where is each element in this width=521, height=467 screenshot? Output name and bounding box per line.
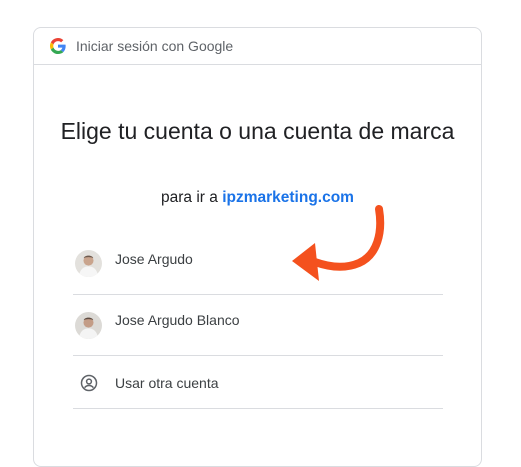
sign-in-card: Iniciar sesión con Google Elige tu cuent… [33, 27, 482, 467]
divider [73, 294, 443, 295]
use-other-account-label: Usar otra cuenta [115, 375, 219, 391]
curved-arrow-icon [292, 205, 385, 281]
account-name: Jose Argudo Blanco [115, 312, 240, 328]
account-row-jose-argudo-blanco[interactable]: Jose Argudo Blanco [73, 296, 443, 356]
account-name: Jose Argudo [115, 251, 193, 267]
header-title: Iniciar sesión con Google [76, 38, 234, 54]
card-header: Iniciar sesión con Google [34, 28, 481, 65]
divider [73, 408, 443, 409]
destination-line: para ir a ipzmarketing.com [34, 189, 481, 207]
avatar [75, 250, 102, 277]
avatar [75, 312, 102, 339]
use-other-account-button[interactable]: Usar otra cuenta [73, 359, 443, 409]
destination-prefix: para ir a [161, 189, 223, 206]
page-title: Elige tu cuenta o una cuenta de marca [60, 118, 455, 144]
account-circle-icon [80, 374, 98, 392]
divider [73, 355, 443, 356]
google-g-icon [50, 38, 66, 54]
